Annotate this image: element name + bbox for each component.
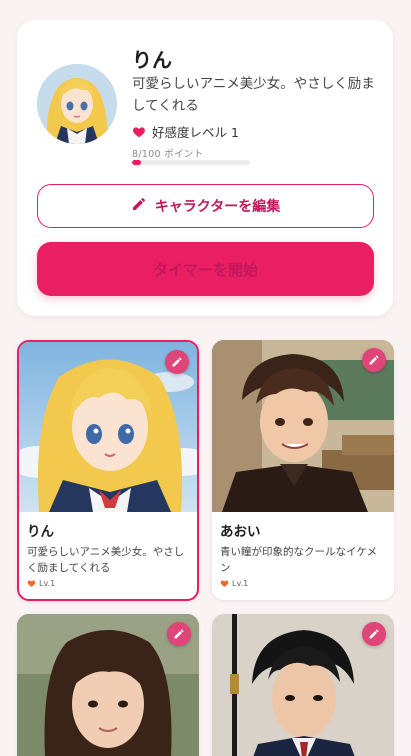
pencil-icon: [131, 196, 147, 216]
active-character-avatar: [37, 64, 117, 144]
pencil-icon: [172, 357, 182, 367]
pencil-icon: [369, 355, 379, 365]
character-name: あおい: [220, 524, 261, 540]
character-level: Lv.1: [220, 579, 394, 588]
character-image: [17, 614, 199, 756]
character-level: Lv.1: [27, 579, 197, 588]
character-description: 可愛らしいアニメ美少女。やさしく励ましてくれる: [132, 76, 375, 114]
points-text: 8/100 ポイント: [132, 149, 204, 160]
character-description: 可愛らしいアニメ美少女。やさしく励ましてくれる: [27, 546, 185, 574]
character-card-4[interactable]: [212, 614, 394, 756]
start-timer-label: タイマーを開始: [152, 260, 258, 279]
character-level-label: Lv.1: [232, 579, 249, 588]
edit-character-3-button[interactable]: [167, 622, 191, 646]
character-description: 青い瞳が印象的なクールなイケメン: [220, 546, 378, 574]
pencil-icon: [174, 629, 184, 639]
character-image: [19, 342, 197, 512]
edit-character-label: キャラクターを編集: [154, 199, 281, 215]
heart-icon: [27, 580, 36, 587]
edit-character-button[interactable]: キャラクターを編集: [37, 184, 374, 228]
edit-character-rin-button[interactable]: [165, 350, 189, 374]
character-level-label: Lv.1: [39, 579, 56, 588]
active-character-card: りん 可愛らしいアニメ美少女。やさしく励ましてくれる 好感度レベル 1 8/10…: [17, 20, 393, 316]
character-card-3[interactable]: [17, 614, 199, 756]
edit-character-aoi-button[interactable]: [362, 348, 386, 372]
character-name: りん: [132, 48, 172, 72]
character-image: [212, 614, 394, 756]
affection-progress-bar: [132, 160, 250, 165]
pencil-icon: [369, 629, 379, 639]
character-card-aoi[interactable]: あおい 青い瞳が印象的なクールなイケメン Lv.1: [212, 340, 394, 600]
character-name: りん: [27, 524, 54, 540]
affection-label: 好感度レベル 1: [152, 125, 239, 140]
character-image: [212, 340, 394, 512]
affection-progress-fill: [132, 160, 142, 165]
heart-icon: [132, 125, 146, 139]
start-timer-button[interactable]: タイマーを開始: [37, 242, 374, 296]
character-card-rin[interactable]: りん 可愛らしいアニメ美少女。やさしく励ましてくれる Lv.1: [17, 340, 199, 601]
heart-icon: [220, 580, 229, 587]
edit-character-4-button[interactable]: [362, 622, 386, 646]
affection-level: 好感度レベル 1: [132, 122, 239, 141]
